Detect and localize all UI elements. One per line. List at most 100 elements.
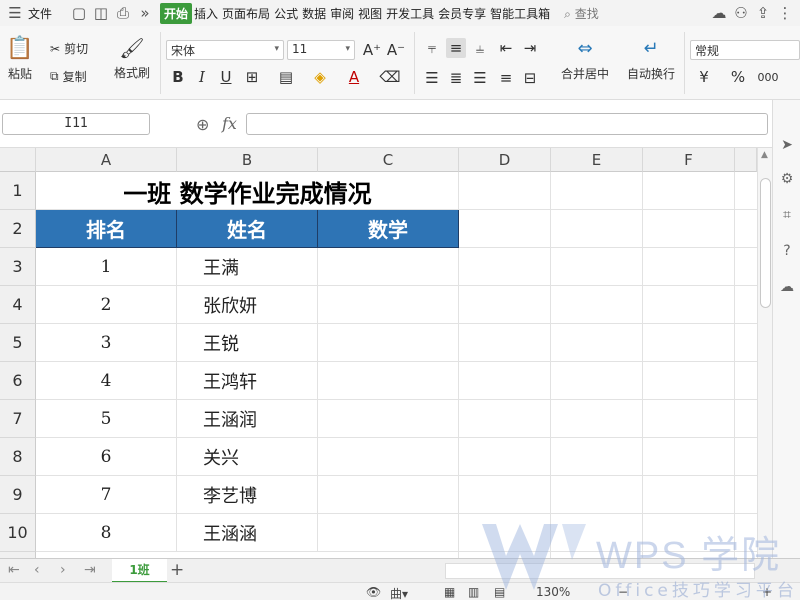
- tab-developer[interactable]: 开发工具: [384, 5, 436, 22]
- justify-icon[interactable]: ≡: [496, 68, 516, 88]
- eye-protection-icon[interactable]: 👁: [366, 585, 381, 599]
- wrap-text-button[interactable]: ↵ 自动换行: [622, 38, 680, 82]
- row-header-6[interactable]: 6: [0, 362, 36, 400]
- name-cell[interactable]: 王涵涵: [177, 514, 318, 552]
- tab-data[interactable]: 数据: [300, 5, 328, 22]
- next-sheet-icon[interactable]: ›: [60, 562, 66, 578]
- row-header-7[interactable]: 7: [0, 400, 36, 438]
- horizontal-scrollbar[interactable]: [445, 563, 755, 579]
- tab-review[interactable]: 审阅: [328, 5, 356, 22]
- copy-button[interactable]: ⧉ 复制: [50, 68, 87, 85]
- rank-cell[interactable]: 2: [36, 286, 177, 324]
- tab-smart-toolbox[interactable]: 智能工具箱: [488, 5, 552, 22]
- distribute-icon[interactable]: ⊟: [520, 68, 540, 88]
- indent-decrease-icon[interactable]: ⇤: [496, 38, 516, 58]
- column-header-c[interactable]: C: [318, 148, 459, 172]
- row-header-10[interactable]: 10: [0, 514, 36, 552]
- formula-input[interactable]: [246, 113, 768, 135]
- row-header-3[interactable]: 3: [0, 248, 36, 286]
- share-user-icon[interactable]: ⚇: [730, 2, 752, 24]
- align-top-icon[interactable]: ⫧: [422, 38, 442, 58]
- column-header-d[interactable]: D: [459, 148, 551, 172]
- tab-page-layout[interactable]: 页面布局: [220, 5, 272, 22]
- column-header-f[interactable]: F: [643, 148, 735, 172]
- tab-insert[interactable]: 插入: [192, 5, 220, 22]
- adjust-sliders-icon[interactable]: ⚙: [778, 170, 796, 188]
- add-sheet-button[interactable]: +: [170, 560, 184, 580]
- column-header-g[interactable]: [735, 148, 757, 172]
- align-center-icon[interactable]: ≣: [446, 68, 466, 88]
- crop-frame-icon[interactable]: ⌗: [778, 206, 796, 224]
- name-cell[interactable]: 李艺博: [177, 476, 318, 514]
- name-cell[interactable]: 王涵润: [177, 400, 318, 438]
- cloud-sync-icon[interactable]: ☁: [708, 2, 730, 24]
- row-header-4[interactable]: 4: [0, 286, 36, 324]
- math-cell[interactable]: [318, 248, 459, 286]
- cell-style-icon[interactable]: ▤: [276, 67, 296, 87]
- rank-cell[interactable]: 1: [36, 248, 177, 286]
- zoom-in-button[interactable]: +: [762, 585, 772, 599]
- column-header-b[interactable]: B: [177, 148, 318, 172]
- more-options-icon[interactable]: ⋮: [774, 2, 796, 24]
- header-cell-rank[interactable]: 排名: [36, 210, 177, 248]
- underline-button[interactable]: U: [216, 67, 236, 87]
- align-bottom-icon[interactable]: ⫨: [470, 38, 490, 58]
- cursor-select-icon[interactable]: ➤: [778, 136, 796, 154]
- last-sheet-icon[interactable]: ⇥: [84, 562, 96, 578]
- name-box[interactable]: I11: [2, 113, 150, 135]
- row-header-8[interactable]: 8: [0, 438, 36, 476]
- rank-cell[interactable]: 6: [36, 438, 177, 476]
- zoom-formula-icon[interactable]: ⊕: [196, 115, 209, 134]
- help-icon[interactable]: ?: [778, 242, 796, 260]
- zoom-out-button[interactable]: −: [618, 585, 628, 599]
- file-menu[interactable]: 文件: [26, 5, 54, 22]
- vertical-scroll-thumb[interactable]: [760, 178, 771, 308]
- currency-button[interactable]: ¥: [694, 67, 714, 87]
- vertical-scrollbar[interactable]: ▲: [757, 148, 772, 558]
- page-break-view-icon[interactable]: ▤: [494, 585, 505, 599]
- fill-color-icon[interactable]: ◈: [310, 67, 330, 87]
- row-header-2[interactable]: 2: [0, 210, 36, 248]
- paste-button[interactable]: 📋 粘贴: [4, 36, 36, 82]
- share-icon[interactable]: ⇪: [752, 2, 774, 24]
- align-right-icon[interactable]: ☰: [470, 68, 490, 88]
- math-cell[interactable]: [318, 476, 459, 514]
- format-painter-button[interactable]: 🖌 格式刷: [112, 36, 152, 81]
- row-header-5[interactable]: 5: [0, 324, 36, 362]
- indent-increase-icon[interactable]: ⇥: [520, 38, 540, 58]
- fx-button[interactable]: fx: [222, 114, 237, 133]
- search-box[interactable]: ⌕ 查找: [562, 5, 601, 22]
- print-icon[interactable]: ⎙: [112, 2, 134, 24]
- number-format-select[interactable]: 常规: [690, 40, 800, 60]
- percent-button[interactable]: %: [728, 67, 748, 87]
- borders-icon[interactable]: ⊞: [242, 67, 262, 87]
- zoom-level[interactable]: 130%: [536, 585, 570, 599]
- column-header-a[interactable]: A: [36, 148, 177, 172]
- merge-center-button[interactable]: ⇔ 合并居中: [556, 38, 614, 82]
- more-chevron-icon[interactable]: »: [134, 2, 156, 24]
- decrease-font-icon[interactable]: A⁻: [386, 40, 406, 60]
- backup-icon[interactable]: ☁: [778, 278, 796, 296]
- column-header-e[interactable]: E: [551, 148, 643, 172]
- export-pdf-icon[interactable]: ◫: [90, 2, 112, 24]
- select-all-corner[interactable]: [0, 148, 36, 172]
- math-cell[interactable]: [318, 324, 459, 362]
- align-left-icon[interactable]: ☰: [422, 68, 442, 88]
- rank-cell[interactable]: 7: [36, 476, 177, 514]
- font-size-select[interactable]: 11 ▾: [287, 40, 355, 60]
- rank-cell[interactable]: 8: [36, 514, 177, 552]
- save-icon[interactable]: ▢: [68, 2, 90, 24]
- italic-button[interactable]: I: [192, 67, 212, 87]
- hamburger-menu-icon[interactable]: ☰: [4, 2, 26, 24]
- math-cell[interactable]: [318, 362, 459, 400]
- header-cell-math[interactable]: 数学: [318, 210, 459, 248]
- sheet-tab-1[interactable]: 1班: [112, 559, 167, 583]
- rank-cell[interactable]: 4: [36, 362, 177, 400]
- font-name-select[interactable]: 宋体 ▾: [166, 40, 284, 60]
- rank-cell[interactable]: 5: [36, 400, 177, 438]
- bold-button[interactable]: B: [168, 67, 188, 87]
- name-cell[interactable]: 关兴: [177, 438, 318, 476]
- tab-member[interactable]: 会员专享: [436, 5, 488, 22]
- tab-view[interactable]: 视图: [356, 5, 384, 22]
- math-cell[interactable]: [318, 514, 459, 552]
